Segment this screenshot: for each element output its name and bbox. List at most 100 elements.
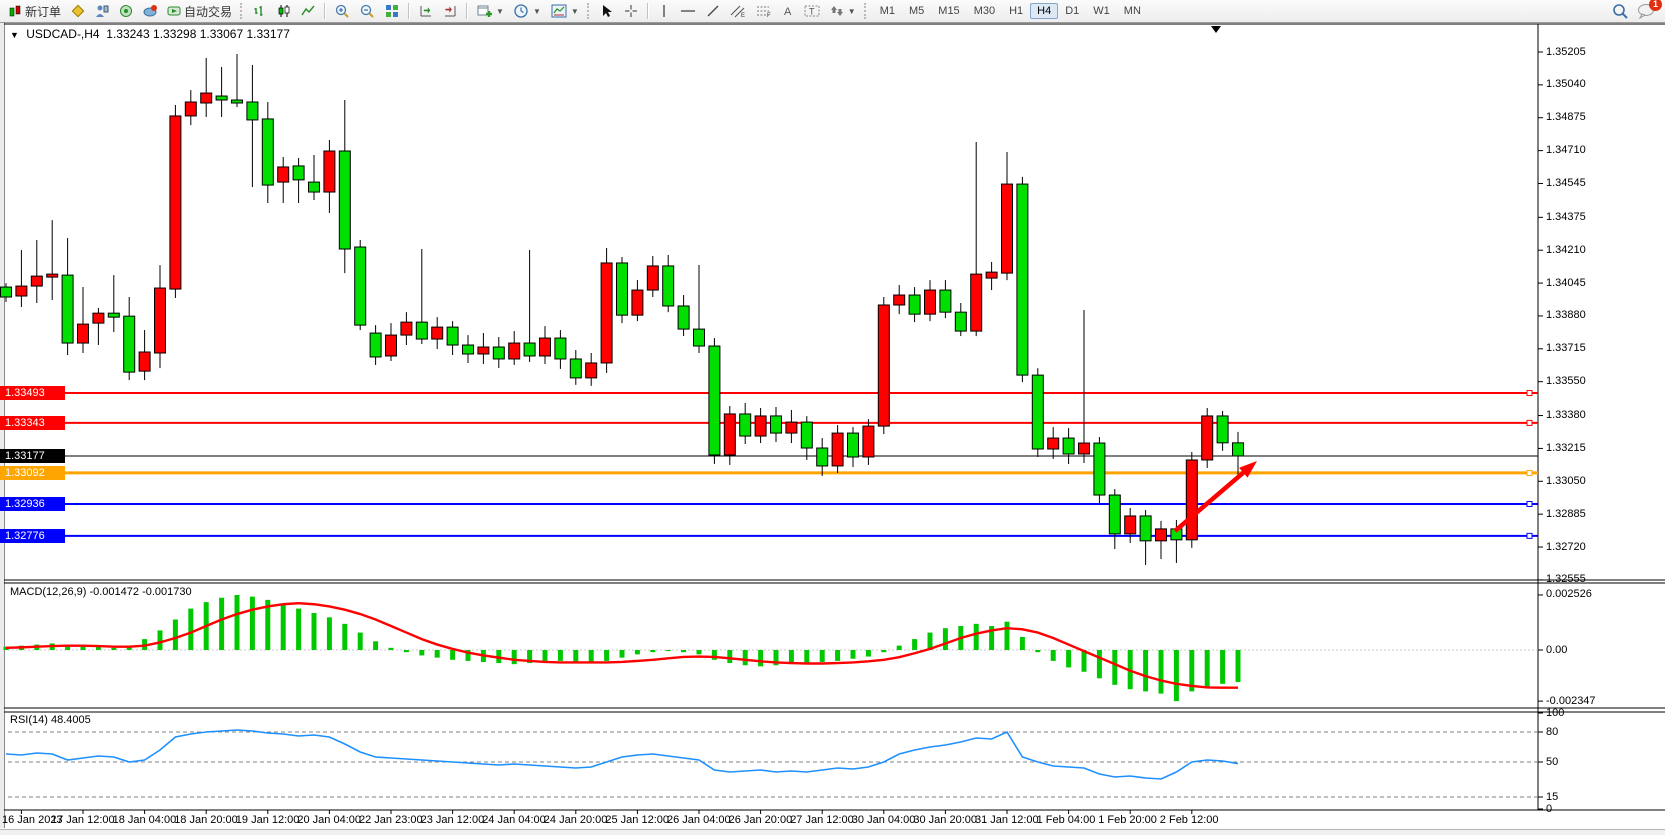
time-axis-label: 17 Jan 12:00 — [51, 814, 115, 826]
time-axis-label: 26 Jan 04:00 — [667, 814, 731, 826]
candle-body — [232, 100, 243, 103]
candle-body — [586, 363, 597, 378]
time-axis-label: 25 Jan 12:00 — [605, 814, 669, 826]
price-axis-label: 1.33715 — [1546, 342, 1586, 354]
hline-right-handle[interactable] — [1527, 470, 1532, 475]
rsi-indicator-label: RSI(14) 48.4005 — [10, 714, 91, 726]
macd-axis-label: 0.002526 — [1546, 588, 1592, 600]
candle-body — [555, 338, 566, 359]
candle-body — [47, 274, 58, 277]
candle-body — [940, 290, 951, 312]
candle-body — [1186, 460, 1197, 540]
time-axis-label: 19 Jan 12:00 — [236, 814, 300, 826]
ohlc-high: 1.33298 — [153, 27, 196, 41]
time-axis-label: 31 Jan 12:00 — [975, 814, 1039, 826]
candle-body — [740, 414, 751, 436]
time-axis-label: 30 Jan 04:00 — [852, 814, 916, 826]
time-axis-label: 20 Jan 04:00 — [297, 814, 361, 826]
price-axis-label: 1.34710 — [1546, 144, 1586, 156]
hline-right-handle[interactable] — [1527, 420, 1532, 425]
rsi-axis-label: 15 — [1546, 791, 1558, 803]
scroll-to-end-marker[interactable] — [1211, 26, 1221, 33]
candle-body — [694, 329, 705, 346]
price-line-badge: 1.33493 — [0, 386, 65, 400]
time-axis-label: 18 Jan 04:00 — [113, 814, 177, 826]
hline-right-handle[interactable] — [1527, 501, 1532, 506]
candle-body — [1094, 443, 1105, 495]
candle-body — [62, 275, 73, 343]
candle-body — [878, 305, 889, 426]
candle-body — [863, 426, 874, 457]
symbol-dropdown-icon[interactable]: ▼ — [10, 30, 19, 40]
candle-body — [478, 347, 489, 354]
time-axis-label: 23 Jan 12:00 — [421, 814, 485, 826]
time-axis-label: 2 Feb 12:00 — [1160, 814, 1219, 826]
candle-body — [848, 433, 859, 457]
candle-body — [447, 327, 458, 345]
candle-body — [355, 247, 366, 325]
price-axis-label: 1.32885 — [1546, 508, 1586, 520]
price-axis-label: 1.33380 — [1546, 409, 1586, 421]
candle-body — [617, 263, 628, 315]
candle-body — [324, 151, 335, 192]
candle-body — [1048, 438, 1059, 449]
candle-body — [16, 286, 27, 296]
candle-body — [647, 266, 658, 290]
candle-body — [986, 272, 997, 278]
time-axis-label: 27 Jan 12:00 — [790, 814, 854, 826]
price-axis-label: 1.32720 — [1546, 541, 1586, 553]
candle-body — [293, 166, 304, 180]
trend-arrow-line[interactable] — [1175, 470, 1246, 531]
price-axis-label: 1.32555 — [1546, 573, 1586, 585]
candle-body — [971, 274, 982, 331]
candle-body — [955, 312, 966, 331]
price-axis-label: 1.34045 — [1546, 277, 1586, 289]
time-axis-label: 22 Jan 23:00 — [359, 814, 423, 826]
price-axis-label: 1.35205 — [1546, 46, 1586, 58]
ohlc-low: 1.33067 — [200, 27, 243, 41]
candle-body — [509, 343, 520, 359]
candle-body — [401, 322, 412, 335]
hline-right-handle[interactable] — [1527, 391, 1532, 396]
price-axis-label: 1.33550 — [1546, 375, 1586, 387]
price-axis-label: 1.34210 — [1546, 244, 1586, 256]
candle-body — [247, 102, 258, 120]
time-axis-label: 1 Feb 20:00 — [1098, 814, 1157, 826]
price-axis-label: 1.33050 — [1546, 475, 1586, 487]
candle-body — [832, 433, 843, 466]
candle-body — [185, 102, 196, 116]
price-axis-label: 1.35040 — [1546, 78, 1586, 90]
candle-body — [493, 347, 504, 359]
price-axis-label: 1.33215 — [1546, 442, 1586, 454]
candle-body — [370, 333, 381, 357]
candle-body — [724, 414, 735, 455]
ohlc-close: 1.33177 — [246, 27, 289, 41]
price-line-badge: 1.33092 — [0, 466, 65, 480]
candle-body — [1002, 184, 1013, 273]
price-line-badge: 1.33343 — [0, 416, 65, 430]
price-axis-label: 1.34875 — [1546, 111, 1586, 123]
price-axis-label: 1.33880 — [1546, 309, 1586, 321]
hline-right-handle[interactable] — [1527, 533, 1532, 538]
time-axis-label: 30 Jan 20:00 — [913, 814, 977, 826]
ohlc-open: 1.33243 — [106, 27, 149, 41]
candle-body — [31, 276, 42, 286]
time-axis-label: 26 Jan 20:00 — [729, 814, 793, 826]
candle-body — [463, 345, 474, 354]
candle-body — [1217, 416, 1228, 443]
candle-body — [632, 290, 643, 315]
time-axis-label: 18 Jan 20:00 — [174, 814, 238, 826]
candle-body — [416, 322, 427, 339]
candle-body — [155, 288, 166, 353]
macd-indicator-label: MACD(12,26,9) -0.001472 -0.001730 — [10, 586, 192, 598]
candle-body — [801, 422, 812, 448]
rsi-axis-label: 80 — [1546, 726, 1558, 738]
candle-body — [1063, 438, 1074, 454]
price-axis-label: 1.34545 — [1546, 177, 1586, 189]
macd-axis-label: -0.002347 — [1546, 695, 1596, 707]
candle-body — [570, 359, 581, 378]
candle-body — [139, 352, 150, 371]
candle-body — [678, 306, 689, 329]
price-line-badge: 1.32776 — [0, 529, 65, 543]
candle-body — [1109, 495, 1120, 534]
